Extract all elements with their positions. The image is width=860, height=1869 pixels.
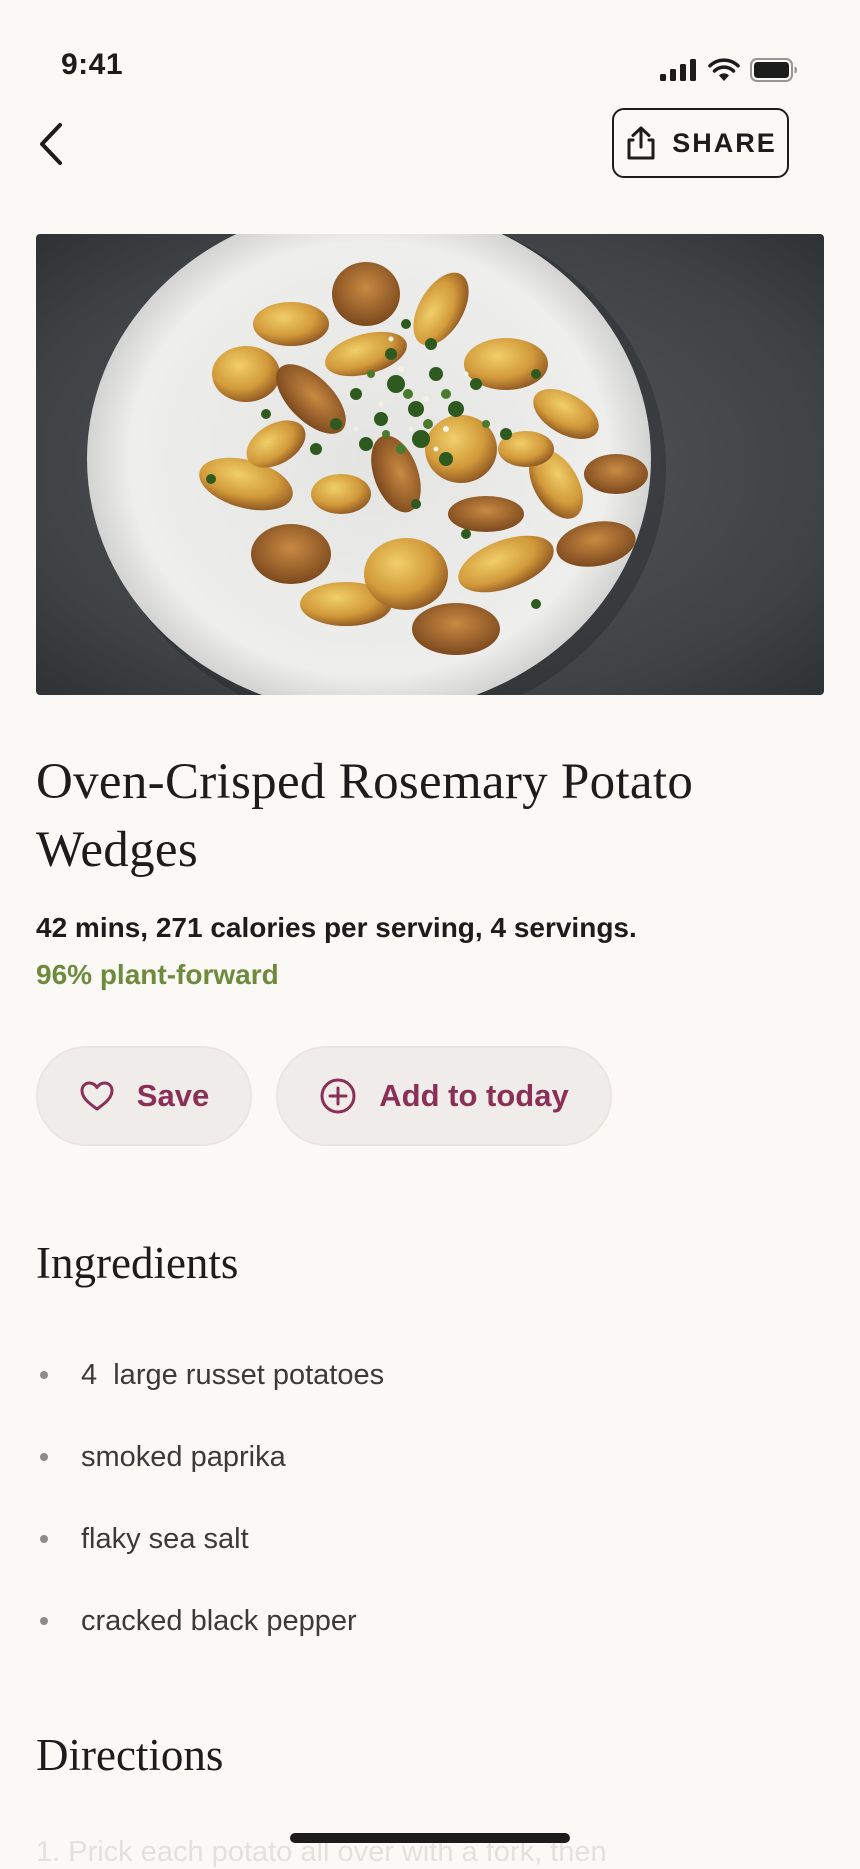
- status-bar: 9:41: [0, 0, 860, 100]
- add-to-today-button[interactable]: Add to today: [276, 1046, 612, 1146]
- save-label: Save: [136, 1078, 210, 1113]
- ingredient-text: cracked black pepper: [81, 1604, 357, 1637]
- status-time: 9:41: [61, 48, 124, 81]
- ingredient-item: cracked black pepper: [36, 1580, 384, 1662]
- ingredients-list: 4 large russet potatoes smoked paprika f…: [36, 1334, 384, 1662]
- share-icon: [627, 126, 655, 160]
- recipe-title: Oven-Crisped Rosemary Potato Wedges: [36, 754, 694, 878]
- ingredient-item: 4 large russet potatoes: [36, 1334, 384, 1416]
- bullet-icon: [40, 1535, 48, 1543]
- save-button[interactable]: Save: [36, 1046, 252, 1146]
- ingredient-text: smoked paprika: [81, 1440, 286, 1473]
- chevron-left-icon: [40, 123, 62, 165]
- ingredient-text: flaky sea salt: [81, 1522, 249, 1555]
- add-to-today-label: Add to today: [379, 1078, 569, 1113]
- ingredient-item: smoked paprika: [36, 1416, 384, 1498]
- share-button[interactable]: SHARE: [612, 108, 789, 178]
- ingredient-text: 4 large russet potatoes: [81, 1358, 385, 1391]
- plant-forward-badge: 96% plant-forward: [36, 959, 279, 990]
- cellular-signal-icon: [660, 59, 696, 81]
- wifi-icon: [708, 58, 740, 81]
- battery-icon: [750, 58, 797, 82]
- ingredients-heading: Ingredients: [36, 1238, 239, 1288]
- home-indicator[interactable]: [290, 1833, 570, 1843]
- heart-icon: [80, 1081, 114, 1111]
- plus-circle-icon: [320, 1078, 356, 1114]
- bullet-icon: [40, 1617, 48, 1625]
- bullet-icon: [40, 1371, 48, 1379]
- share-label: SHARE: [672, 127, 777, 158]
- status-icons: [660, 58, 798, 82]
- ingredient-item: flaky sea salt: [36, 1498, 384, 1580]
- back-button[interactable]: [30, 118, 70, 170]
- bullet-icon: [40, 1453, 48, 1461]
- directions-heading: Directions: [36, 1730, 224, 1780]
- recipe-hero-image: [36, 234, 824, 695]
- recipe-meta: 42 mins, 271 calories per serving, 4 ser…: [36, 912, 637, 943]
